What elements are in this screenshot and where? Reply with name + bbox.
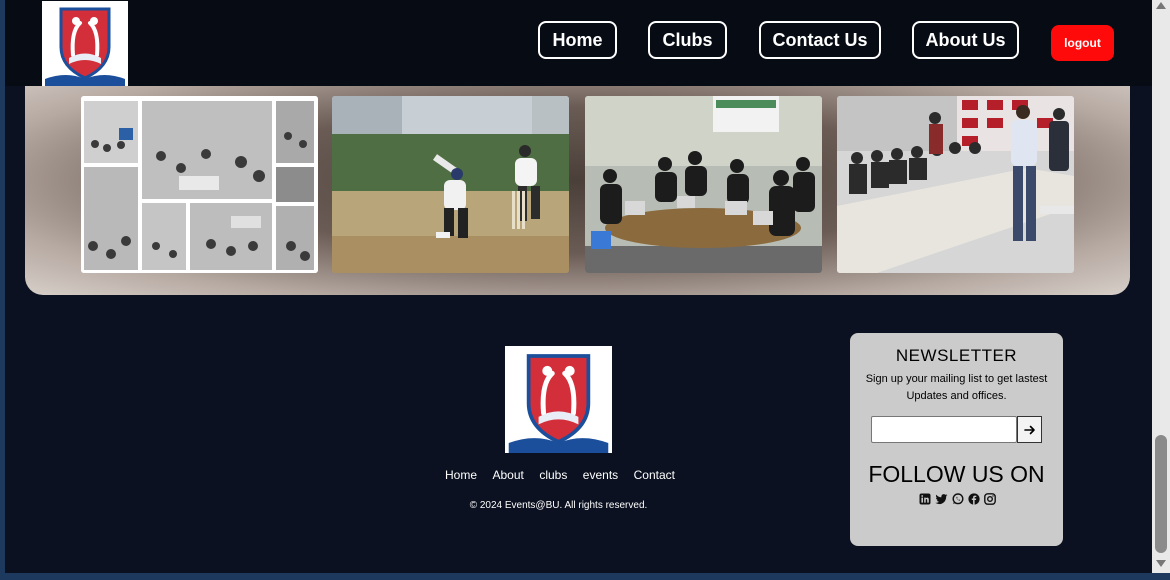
newsletter-title: NEWSLETTER <box>895 346 1018 365</box>
instagram-icon[interactable] <box>983 493 996 505</box>
arrow-right-icon <box>1023 425 1035 434</box>
newsletter-email-input[interactable] <box>871 416 1017 443</box>
newsletter-description: Sign up your mailing list to get lastest… <box>865 373 1048 402</box>
window-frame-left <box>0 0 5 580</box>
whatsapp-icon[interactable] <box>951 493 964 505</box>
university-logo[interactable] <box>42 1 128 87</box>
linkedin-icon[interactable] <box>919 493 931 505</box>
footer-link-clubs[interactable]: clubs <box>539 468 567 482</box>
scroll-up-arrow-icon[interactable] <box>1156 2 1166 9</box>
newsletter-card: NEWSLETTER Sign up your mailing list to … <box>850 333 1063 546</box>
follow-us-title: FOLLOW US ON <box>868 461 1045 487</box>
footer-link-events[interactable]: events <box>583 468 618 482</box>
gallery-photo-cricket[interactable] <box>332 96 569 273</box>
shield-logo-icon <box>45 7 125 87</box>
gallery-photo-lecture-collage[interactable] <box>81 96 318 273</box>
copyright-text: © 2024 Events@BU. All rights reserved. <box>469 500 648 511</box>
nav-contact-us-button[interactable]: Contact Us <box>759 21 881 59</box>
social-icons <box>917 493 997 505</box>
scrollbar-thumb[interactable] <box>1155 435 1167 553</box>
footer-link-home[interactable]: Home <box>445 468 477 482</box>
header-bar: Home Clubs Contact Us About Us logout <box>5 0 1152 87</box>
nav-clubs-button[interactable]: Clubs <box>648 21 727 59</box>
seminar-photo <box>837 96 1074 273</box>
footer-university-logo[interactable] <box>505 346 612 453</box>
footer-link-about[interactable]: About <box>492 468 523 482</box>
nav-about-us-button[interactable]: About Us <box>912 21 1019 59</box>
twitter-icon[interactable] <box>934 493 948 505</box>
lecture-collage-photo <box>81 96 318 273</box>
footer-link-contact[interactable]: Contact <box>634 468 675 482</box>
hackathon-photo <box>585 96 822 273</box>
newsletter-submit-button[interactable] <box>1017 416 1042 443</box>
gallery-photo-seminar[interactable] <box>837 96 1074 273</box>
shield-logo-icon <box>508 354 609 453</box>
cricket-photo <box>332 96 569 273</box>
gallery-photo-hackathon[interactable] <box>585 96 822 273</box>
facebook-icon[interactable] <box>967 493 980 505</box>
vertical-scrollbar[interactable] <box>1152 0 1170 580</box>
scroll-down-arrow-icon[interactable] <box>1156 560 1166 567</box>
logout-button[interactable]: logout <box>1051 25 1114 61</box>
event-gallery <box>25 86 1130 295</box>
window-frame-bottom <box>0 573 1170 580</box>
footer-links: Home About clubs events Contact <box>445 468 675 482</box>
nav-home-button[interactable]: Home <box>538 21 617 59</box>
